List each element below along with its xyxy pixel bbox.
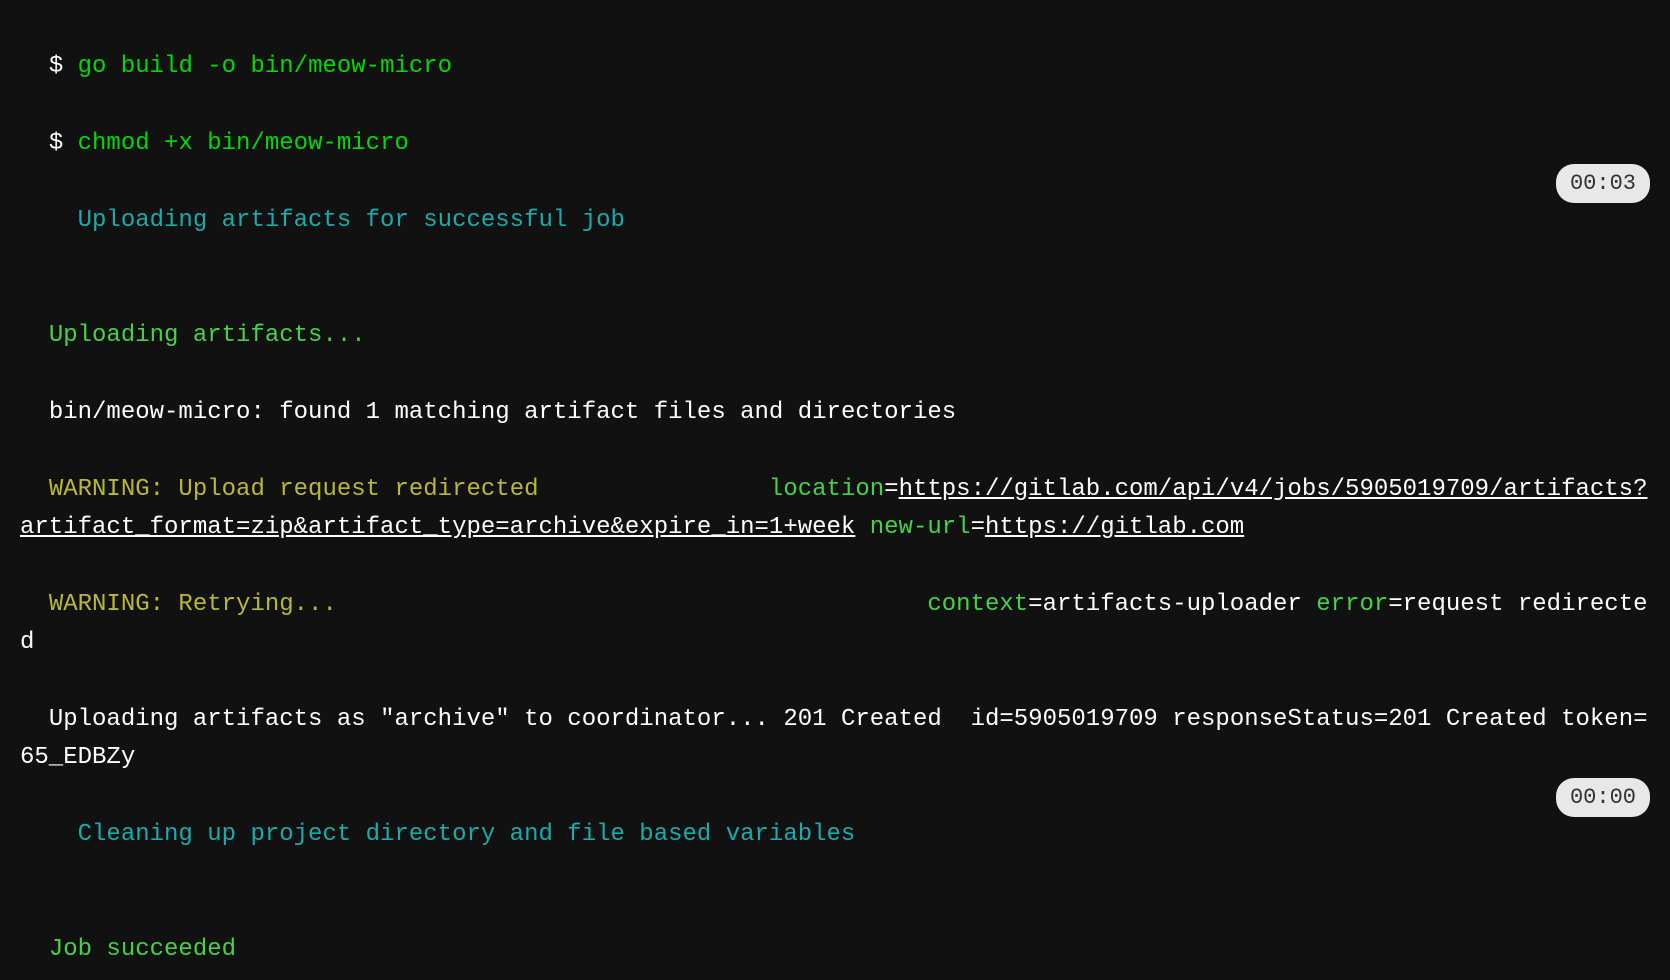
kv-value: artifacts-uploader — [1043, 591, 1302, 618]
log-line-output: Uploading artifacts as "archive" to coor… — [20, 663, 1650, 778]
log-line-output: bin/meow-micro: found 1 matching artifac… — [20, 356, 1650, 433]
shell-command: chmod +x bin/meow-micro — [78, 130, 409, 157]
warning-text: WARNING: Upload request redirected — [49, 476, 755, 503]
kv-eq: = — [971, 514, 985, 541]
status-text: Uploading artifacts... — [49, 322, 366, 349]
kv-value: 5905019709 responseStatus — [1014, 706, 1374, 733]
section-duration-badge: 00:00 — [1556, 778, 1650, 817]
shell-command: go build -o bin/meow-micro — [78, 53, 452, 80]
log-line-command: $ chmod +x bin/meow-micro — [20, 87, 1650, 164]
kv-eq: = — [999, 706, 1013, 733]
kv-value: 65_EDBZy — [20, 744, 135, 771]
log-line-warning: WARNING: Retrying... context=artifacts-u… — [20, 547, 1650, 662]
warning-text: WARNING: Retrying... — [49, 591, 913, 618]
kv-key: location — [755, 476, 885, 503]
kv-key: error — [1302, 591, 1388, 618]
section-title: Uploading artifacts for successful job — [78, 207, 625, 234]
log-line-status: Uploading artifacts... — [20, 279, 1650, 356]
kv-eq: = — [1388, 591, 1402, 618]
section-title: Cleaning up project directory and file b… — [78, 821, 856, 848]
kv-eq: = — [1374, 706, 1388, 733]
log-section-header[interactable]: Uploading artifacts for successful job 0… — [20, 164, 1650, 279]
section-duration-badge: 00:03 — [1556, 164, 1650, 203]
log-line-command: $ go build -o bin/meow-micro — [20, 10, 1650, 87]
shell-prompt: $ — [49, 53, 78, 80]
output-text: Uploading artifacts as "archive" to coor… — [49, 706, 1000, 733]
log-line-success: Job succeeded — [20, 893, 1650, 970]
output-text: bin/meow-micro: found 1 matching artifac… — [49, 399, 971, 426]
log-line-warning: WARNING: Upload request redirected locat… — [20, 432, 1650, 547]
kv-eq: = — [1633, 706, 1647, 733]
kv-eq: = — [1028, 591, 1042, 618]
kv-key: new-url — [855, 514, 970, 541]
url-link[interactable]: https://gitlab.com — [985, 514, 1244, 541]
job-success-text: Job succeeded — [49, 936, 236, 963]
kv-value: 201 Created token — [1388, 706, 1633, 733]
log-section-header[interactable]: Cleaning up project directory and file b… — [20, 778, 1650, 893]
kv-key: context — [913, 591, 1028, 618]
kv-eq: = — [884, 476, 898, 503]
shell-prompt: $ — [49, 130, 78, 157]
